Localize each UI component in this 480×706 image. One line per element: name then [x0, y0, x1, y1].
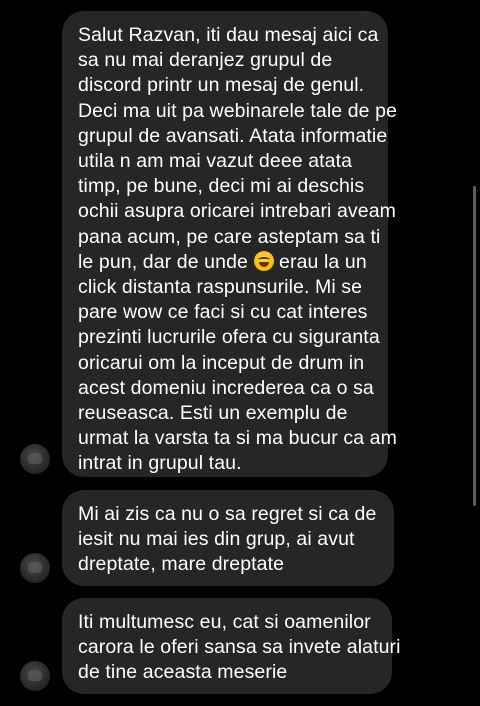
- message-line: Mi ai zis ca nu o sa regret si ca de: [78, 503, 377, 525]
- message-line: reuseasca. Esti un exemplu de: [78, 402, 348, 425]
- message-bubble[interactable]: Mi ai zis ca nu o sa regret si ca de ies…: [62, 490, 394, 586]
- sender-avatar[interactable]: [20, 553, 50, 583]
- message-line: Deci ma uit pa webinarele tale de pe: [78, 99, 398, 122]
- message-line: iesit nu mai ies din grup, ai avut: [78, 528, 355, 551]
- message-line: pana acum, pe care asteptam sa ti: [78, 225, 381, 248]
- message-bubble[interactable]: Salut Razvan, iti dau mesaj aici ca sa n…: [62, 11, 398, 477]
- message-line: oricarui om la inceput de drum in: [78, 351, 365, 374]
- message-line: urmat la varsta ta si ma bucur ca am: [78, 427, 397, 450]
- message-line: sa nu mai deranjez grupul de: [78, 49, 333, 72]
- message-line: timp, pe bune, deci mi ai deschis: [78, 175, 365, 198]
- message-line: ochii asupra oricarei intrebari aveam: [78, 200, 397, 223]
- message-line: dreptate, mare dreptate: [78, 553, 285, 576]
- message-line: de tine aceasta meserie: [78, 661, 288, 684]
- message-line: click distanta raspunsurile. Mi se: [78, 276, 363, 299]
- scrollbar[interactable]: [473, 186, 476, 506]
- sender-avatar[interactable]: [20, 444, 50, 474]
- laughing-crying-emoji-icon: [253, 250, 274, 271]
- message-line: carora le oferi sansa sa invete alaturi: [78, 636, 401, 659]
- message-line: grupul de avansati. Atata informatie: [78, 124, 388, 147]
- message-text: erau la un: [279, 250, 367, 273]
- message-line: utila n am mai vazut deee atata: [78, 150, 353, 173]
- message-line: acest domeniu increderea ca o sa: [78, 376, 374, 399]
- message-line: prezinti lucrurile ofera cu siguranta: [78, 326, 380, 349]
- message-bubble[interactable]: Iti multumesc eu, cat si oamenilor caror…: [62, 598, 401, 694]
- sender-avatar[interactable]: [20, 661, 50, 691]
- message-text: le pun, dar de unde: [78, 250, 248, 273]
- message-line: intrat in grupul tau.: [78, 452, 242, 475]
- message-line-with-emoji: le pun, dar de unde erau la un: [78, 250, 372, 275]
- message-line: Iti multumesc eu, cat si oamenilor: [78, 611, 371, 633]
- message-line: Salut Razvan, iti dau mesaj aici ca: [78, 24, 379, 46]
- message-line: discord printr un mesaj de genul.: [78, 74, 365, 97]
- message-line: pare wow ce faci si cu cat interes: [78, 301, 368, 324]
